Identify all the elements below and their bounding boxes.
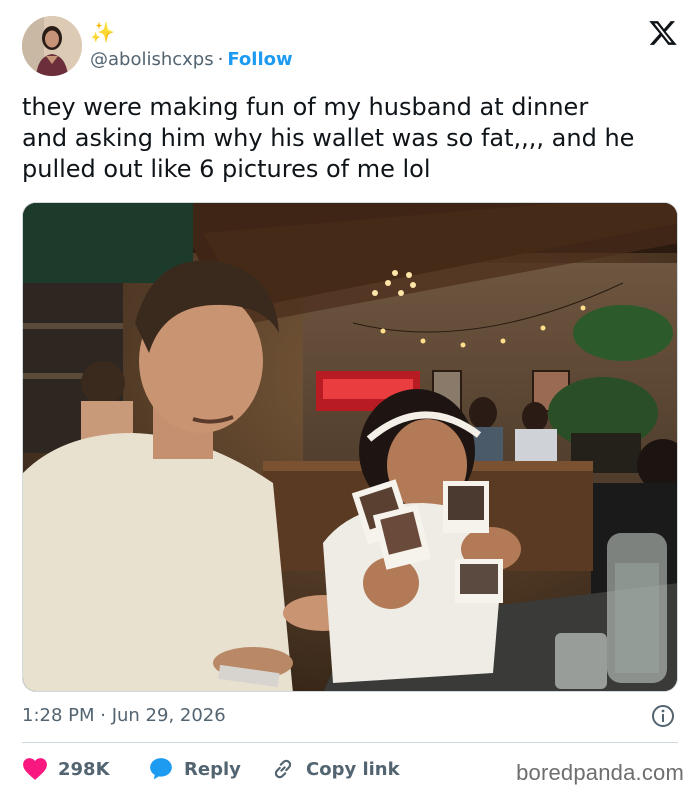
x-logo-icon[interactable] [648,18,678,48]
copy-link-button[interactable]: Copy link [270,754,400,784]
divider [22,742,678,743]
separator-dot: · [217,49,224,70]
link-icon [274,759,292,779]
handle-row: @abolishcxps · Follow [90,48,293,72]
speech-bubble-icon [150,758,172,780]
timestamp[interactable]: 1:28 PM · Jun 29, 2026 [22,704,226,728]
tweet-photo[interactable] [22,202,678,692]
copy-link-label: Copy link [306,758,400,780]
reply-button[interactable]: Reply [148,754,241,784]
tweet-header: ✨ @abolishcxps · Follow [22,14,678,80]
like-count: 298K [58,758,110,780]
watermark: boredpanda.com [516,760,684,785]
user-handle[interactable]: @abolishcxps [90,49,214,70]
avatar[interactable] [22,16,82,76]
reply-label: Reply [184,758,241,780]
heart-icon [23,758,47,780]
tweet-text: they were making fun of my husband at di… [22,93,635,183]
info-icon[interactable] [651,704,675,728]
follow-button[interactable]: Follow [227,49,292,70]
like-button[interactable]: 298K [22,754,110,784]
sparkle-emoji: ✨ [90,20,115,44]
